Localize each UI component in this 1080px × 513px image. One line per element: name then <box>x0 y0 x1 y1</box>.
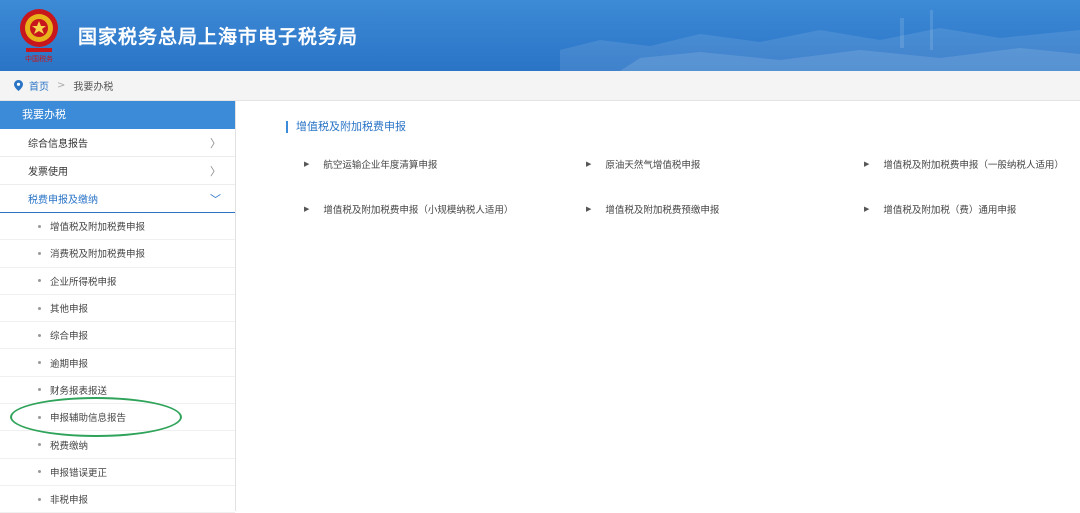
sidebar-subitem-label: 税费缴纳 <box>50 440 89 452</box>
sidebar: 我要办税 综合信息报告 〉 发票使用 〉 税费申报及缴纳 ﹀ 增值税及附加税费申… <box>0 101 236 513</box>
service-link[interactable]: ▶ 增值税及附加税费申报（小规模纳税人适用） <box>304 202 513 216</box>
sidebar-subitem[interactable]: 增值税及附加税费申报 <box>0 213 235 241</box>
service-link[interactable]: ▶ 原油天然气增值税申报 <box>586 157 700 171</box>
sidebar-item-label: 税费申报及缴纳 <box>28 195 98 206</box>
bullet-icon <box>38 443 41 447</box>
chevron-right-icon: 〉 <box>210 164 221 178</box>
sidebar-subitem-label: 申报错误更正 <box>50 467 108 479</box>
sidebar-subitem-label: 其他申报 <box>50 304 89 316</box>
sidebar-subitem-label: 增值税及附加税费申报 <box>50 222 146 234</box>
chevron-down-icon: ﹀ <box>210 192 221 206</box>
site-header: 中国税务 国家税务总局上海市电子税务局 <box>0 0 1080 71</box>
section-title: 增值税及附加税费申报 <box>286 121 406 133</box>
arrow-right-icon: ▶ <box>864 160 870 168</box>
bullet-icon <box>38 224 41 228</box>
service-link-label: 航空运输企业年度清算申报 <box>323 160 438 171</box>
sidebar-subitem[interactable]: 税费缴纳 <box>0 431 235 459</box>
sidebar-subitem-label: 申报辅助信息报告 <box>50 413 127 425</box>
bullet-icon <box>38 306 41 310</box>
sidebar-item-info-report[interactable]: 综合信息报告 〉 <box>0 129 235 157</box>
sidebar-subitem-label: 综合申报 <box>50 331 89 343</box>
sidebar-item-label: 发票使用 <box>28 167 68 178</box>
service-link[interactable]: ▶ 航空运输企业年度清算申报 <box>304 157 437 171</box>
bullet-icon <box>38 361 41 365</box>
location-pin-icon <box>14 80 23 91</box>
arrow-right-icon: ▶ <box>586 160 592 168</box>
arrow-right-icon: ▶ <box>864 205 870 213</box>
service-link-label: 增值税及附加税费申报（一般纳税人适用） <box>883 160 1064 171</box>
service-link[interactable]: ▶ 增值税及附加税费申报（一般纳税人适用） <box>864 157 1064 171</box>
service-link-label: 增值税及附加税费申报（小规模纳税人适用） <box>323 205 514 216</box>
service-link[interactable]: ▶ 增值税及附加税（费）通用申报 <box>864 202 1016 216</box>
service-link[interactable]: ▶ 增值税及附加税费预缴申报 <box>586 202 719 216</box>
site-title: 国家税务总局上海市电子税务局 <box>78 26 359 48</box>
bullet-icon <box>38 470 41 474</box>
sidebar-subitem-label: 企业所得税申报 <box>50 276 117 288</box>
sidebar-subitem-label: 财务报表报送 <box>50 385 108 397</box>
sidebar-item-invoice[interactable]: 发票使用 〉 <box>0 157 235 185</box>
bullet-icon <box>38 415 41 419</box>
sidebar-subitem[interactable]: 消费税及附加税费申报 <box>0 240 235 268</box>
breadcrumb: 首页 > 我要办税 <box>0 71 1080 101</box>
service-link-label: 原油天然气增值税申报 <box>605 160 701 171</box>
bullet-icon <box>38 388 41 392</box>
sidebar-item-label: 综合信息报告 <box>28 139 88 150</box>
sidebar-subitem-label: 消费税及附加税费申报 <box>50 249 146 261</box>
arrow-right-icon: ▶ <box>304 160 310 168</box>
sidebar-subitem-label: 非税申报 <box>50 495 89 507</box>
service-link-label: 增值税及附加税（费）通用申报 <box>883 205 1017 216</box>
sidebar-subitem[interactable]: 其他申报 <box>0 295 235 323</box>
sidebar-subitem[interactable]: 逾期申报 <box>0 349 235 377</box>
breadcrumb-home-link[interactable]: 首页 <box>29 78 49 93</box>
breadcrumb-separator: > <box>57 80 66 91</box>
service-link-label: 增值税及附加税费预缴申报 <box>605 205 720 216</box>
tax-emblem-icon: 中国税务 <box>20 9 58 63</box>
bullet-icon <box>38 279 41 283</box>
main-content: 增值税及附加税费申报 ▶ 航空运输企业年度清算申报 ▶ 原油天然气增值税申报 ▶… <box>252 101 1080 511</box>
bullet-icon <box>38 497 41 501</box>
sidebar-subitem[interactable]: 非税申报 <box>0 486 235 513</box>
svg-text:中国税务: 中国税务 <box>25 54 53 63</box>
arrow-right-icon: ▶ <box>586 205 592 213</box>
bullet-icon <box>38 333 41 337</box>
sidebar-subitem-declaration-aux-report[interactable]: 申报辅助信息报告 <box>0 404 235 432</box>
sidebar-subitem[interactable]: 财务报表报送 <box>0 377 235 405</box>
bullet-icon <box>38 251 41 255</box>
sidebar-subitem[interactable]: 企业所得税申报 <box>0 268 235 295</box>
sidebar-subitem-label: 逾期申报 <box>50 358 89 370</box>
chevron-right-icon: 〉 <box>210 136 221 150</box>
sidebar-item-tax-declaration[interactable]: 税费申报及缴纳 ﹀ <box>0 185 235 213</box>
arrow-right-icon: ▶ <box>304 205 310 213</box>
sidebar-subitem[interactable]: 综合申报 <box>0 322 235 350</box>
breadcrumb-current: 我要办税 <box>73 82 114 93</box>
sidebar-header[interactable]: 我要办税 <box>0 101 235 129</box>
sidebar-subitem[interactable]: 申报错误更正 <box>0 459 235 486</box>
